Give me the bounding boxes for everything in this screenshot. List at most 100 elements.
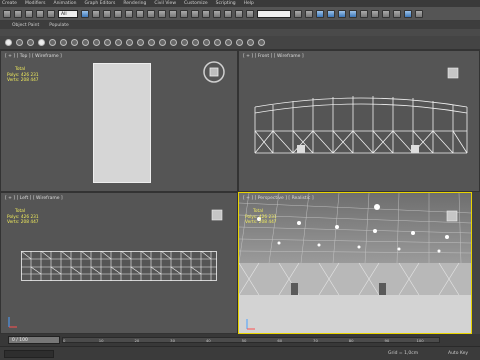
create-icon[interactable] xyxy=(5,39,12,46)
viewport-front[interactable]: [ + ] [ Front ] [ Wireframe ] xyxy=(238,50,480,192)
render-online-icon[interactable] xyxy=(415,9,423,18)
persp-view-cube-icon[interactable] xyxy=(445,209,459,223)
motion-icon[interactable] xyxy=(104,39,111,46)
toggle-ribbon-icon[interactable] xyxy=(327,9,335,18)
window-crossing-icon[interactable] xyxy=(114,9,122,18)
menu-scripting[interactable]: Scripting xyxy=(216,1,236,6)
menu-help[interactable]: Help xyxy=(244,1,254,6)
snaps-toggle-icon[interactable] xyxy=(202,9,210,18)
modify-icon[interactable] xyxy=(137,39,144,46)
reference-coordinate-icon[interactable] xyxy=(158,9,166,18)
viewport-left[interactable]: [ + ] [ Left ] [ Wireframe ] Total Polys… xyxy=(0,192,238,334)
layer-explorer-icon[interactable] xyxy=(316,9,324,18)
tick-label: 50 xyxy=(241,338,247,343)
doors-icon[interactable] xyxy=(236,39,243,46)
particles-icon[interactable] xyxy=(159,39,166,46)
left-view-cube-icon[interactable] xyxy=(211,209,223,221)
stats-polys-label: Polys: xyxy=(245,214,258,220)
named-selection-set-field[interactable] xyxy=(257,9,291,18)
menu-bar: Create Modifiers Animation Graph Editors… xyxy=(0,0,480,7)
curve-editor-icon[interactable] xyxy=(338,9,346,18)
viewport-left-label[interactable]: [ + ] [ Left ] [ Wireframe ] xyxy=(5,196,63,201)
front-view-cube-icon[interactable] xyxy=(447,67,459,79)
lights-icon[interactable] xyxy=(38,39,45,46)
maxscript-listener-field[interactable] xyxy=(4,350,54,358)
spinner-snap-icon[interactable] xyxy=(235,9,243,18)
compound-icon[interactable] xyxy=(214,39,221,46)
shapes-icon[interactable] xyxy=(27,39,34,46)
utilities-icon[interactable] xyxy=(126,39,133,46)
viewport-perspective-stats: Total Polys: 426 231 Verts: 208 447 xyxy=(245,209,277,226)
menu-civil-view[interactable]: Civil View xyxy=(154,1,176,6)
tick-label: 70 xyxy=(313,338,318,343)
menu-customize[interactable]: Customize xyxy=(184,1,208,6)
select-object-icon[interactable] xyxy=(81,9,89,18)
top-view-building-footprint xyxy=(93,63,151,183)
track-bar[interactable]: 0 10 20 30 40 50 60 70 80 90 100 xyxy=(62,337,440,343)
move-icon[interactable] xyxy=(125,9,133,18)
view-cube-icon[interactable] xyxy=(201,59,227,85)
select-manipulate-icon[interactable] xyxy=(180,9,188,18)
viewport-top[interactable]: [ + ] [ Top ] [ Wireframe ] Total Polys:… xyxy=(0,50,238,192)
selection-filter-dropdown[interactable]: All xyxy=(58,9,78,18)
systems-icon[interactable] xyxy=(82,39,89,46)
menu-rendering[interactable]: Rendering xyxy=(123,1,146,6)
viewport-perspective-label[interactable]: [ + ] [ Perspective ] [ Realistic ] xyxy=(243,196,314,201)
undo-icon[interactable] xyxy=(3,9,11,18)
geometry-icon[interactable] xyxy=(16,39,23,46)
settings-icon[interactable] xyxy=(258,39,265,46)
grid-icon[interactable] xyxy=(203,39,210,46)
angle-snap-icon[interactable] xyxy=(213,9,221,18)
camera-icon[interactable] xyxy=(192,39,199,46)
windows-icon[interactable] xyxy=(247,39,254,46)
space-warps-icon[interactable] xyxy=(71,39,78,46)
bones-icon[interactable] xyxy=(148,39,155,46)
rectangular-selection-icon[interactable] xyxy=(103,9,111,18)
menu-graph-editors[interactable]: Graph Editors xyxy=(84,1,115,6)
axis-tripod-icon xyxy=(8,317,17,328)
dynamics-icon[interactable] xyxy=(170,39,177,46)
align-icon[interactable] xyxy=(305,9,313,18)
named-selection-icon[interactable] xyxy=(246,9,254,18)
hierarchy-icon[interactable] xyxy=(93,39,100,46)
menu-create[interactable]: Create xyxy=(2,1,17,6)
tab-populate[interactable]: Populate xyxy=(49,23,69,28)
select-by-name-icon[interactable] xyxy=(92,9,100,18)
stats-verts-label: Verts: xyxy=(7,220,20,225)
extended-icon[interactable] xyxy=(225,39,232,46)
material-editor-icon[interactable] xyxy=(360,9,368,18)
render-production-icon[interactable] xyxy=(393,9,401,18)
rendered-frame-window-icon[interactable] xyxy=(382,9,390,18)
link-icon[interactable] xyxy=(25,9,33,18)
cameras-icon[interactable] xyxy=(49,39,56,46)
tick-label: 10 xyxy=(98,338,104,343)
render-setup-icon[interactable] xyxy=(371,9,379,18)
menu-animation[interactable]: Animation xyxy=(54,1,77,6)
tab-object-paint[interactable]: Object Paint xyxy=(12,23,39,28)
helpers-icon[interactable] xyxy=(60,39,67,46)
schematic-view-icon[interactable] xyxy=(349,9,357,18)
scale-icon[interactable] xyxy=(147,9,155,18)
render-iterative-icon[interactable] xyxy=(404,9,412,18)
front-view-truss-wireframe xyxy=(254,96,468,154)
auto-key-button[interactable]: Auto Key xyxy=(448,351,468,356)
tick-label: 40 xyxy=(205,338,211,343)
viewport-perspective[interactable]: [ + ] [ Perspective ] [ Realistic ] Tota… xyxy=(238,192,472,334)
rotate-icon[interactable] xyxy=(136,9,144,18)
time-slider[interactable]: 0 / 100 xyxy=(8,336,60,344)
stats-polys-value: 426 231 xyxy=(20,214,39,220)
pivot-center-icon[interactable] xyxy=(169,9,177,18)
redo-icon[interactable] xyxy=(14,9,22,18)
viewport-tools-row xyxy=(0,36,480,50)
light-bulb-icon[interactable] xyxy=(181,39,188,46)
unlink-icon[interactable] xyxy=(36,9,44,18)
bind-space-warp-icon[interactable] xyxy=(47,9,55,18)
display-icon[interactable] xyxy=(115,39,122,46)
stats-polys-value: 426 231 xyxy=(20,72,39,78)
mirror-icon[interactable] xyxy=(294,9,302,18)
viewport-front-label[interactable]: [ + ] [ Front ] [ Wireframe ] xyxy=(243,54,304,59)
keyboard-shortcut-icon[interactable] xyxy=(191,9,199,18)
percent-snap-icon[interactable] xyxy=(224,9,232,18)
viewport-top-label[interactable]: [ + ] [ Top ] [ Wireframe ] xyxy=(5,54,62,59)
menu-modifiers[interactable]: Modifiers xyxy=(25,1,46,6)
